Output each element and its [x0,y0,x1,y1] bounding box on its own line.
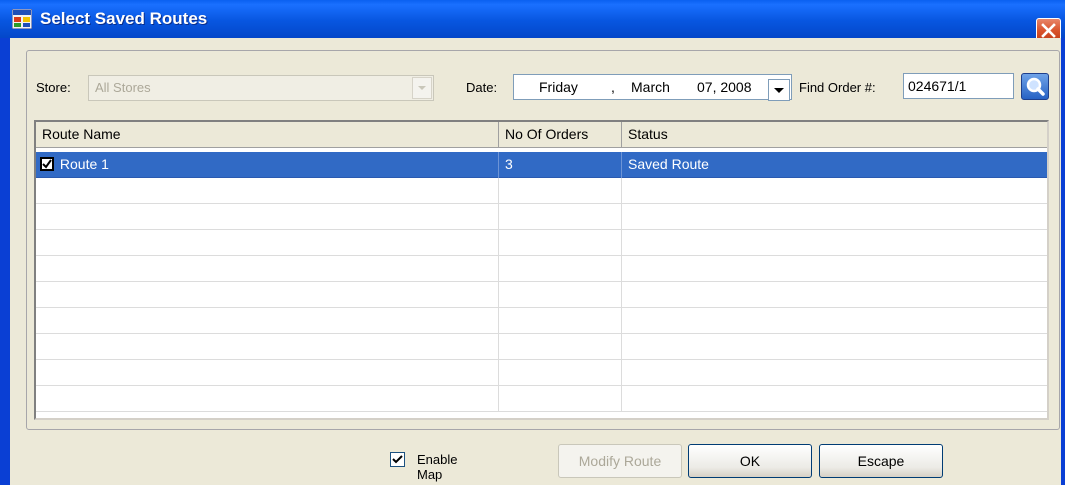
checkmark-icon [42,159,52,169]
empty-row [36,334,1047,360]
empty-row [36,256,1047,282]
find-order-input[interactable] [904,74,1013,98]
empty-row [36,308,1047,334]
store-dropdown-button [412,77,432,99]
table-row[interactable]: Route 1 3 Saved Route [36,152,1047,178]
close-icon [1041,23,1056,38]
store-label: Store: [36,80,71,95]
enable-map-label[interactable]: Enable Map [417,452,457,482]
route-name-text: Route 1 [59,156,109,172]
search-button[interactable] [1021,73,1049,100]
column-header-route-name[interactable]: Route Name [36,122,499,148]
empty-row [36,204,1047,230]
chevron-down-icon [774,88,784,93]
empty-row [36,178,1047,204]
grid-header: Route Name No Of Orders Status [36,122,1047,148]
ok-button[interactable]: OK [688,444,812,478]
date-separator: , [611,79,615,95]
empty-row [36,282,1047,308]
date-month[interactable]: March [631,79,670,95]
chevron-down-icon [418,86,426,90]
escape-button[interactable]: Escape [819,444,943,478]
date-day[interactable]: Friday [539,79,578,95]
date-picker[interactable]: Friday , March 07, 2008 [513,74,792,101]
app-icon [11,8,33,30]
routes-grid[interactable]: Route Name No Of Orders Status Route 1 3… [34,120,1049,420]
status-cell[interactable]: Saved Route [622,152,1047,178]
store-combo: All Stores [88,75,434,101]
empty-row [36,360,1047,386]
column-header-orders[interactable]: No Of Orders [499,122,622,148]
enable-map-checkbox[interactable] [390,452,405,467]
window-title: Select Saved Routes [40,9,208,28]
search-icon [1026,77,1045,96]
dialog-window: Select Saved Routes Store: All Stores Da… [0,0,1065,485]
date-dropdown-button[interactable] [768,79,790,101]
find-order-label: Find Order #: [799,80,876,95]
empty-row [36,230,1047,256]
date-label: Date: [466,80,498,95]
date-day-year[interactable]: 07, 2008 [697,79,752,95]
title-bar[interactable]: Select Saved Routes [0,0,1065,43]
checkmark-icon [392,455,403,464]
route-name-cell[interactable]: Route 1 [36,152,499,178]
column-header-status[interactable]: Status [622,122,1047,148]
orders-cell[interactable]: 3 [499,152,622,178]
store-value: All Stores [95,80,151,95]
find-order-field[interactable] [903,73,1014,99]
route-checkbox[interactable] [40,157,54,171]
empty-row [36,386,1047,412]
modify-route-button[interactable]: Modify Route [558,444,682,478]
